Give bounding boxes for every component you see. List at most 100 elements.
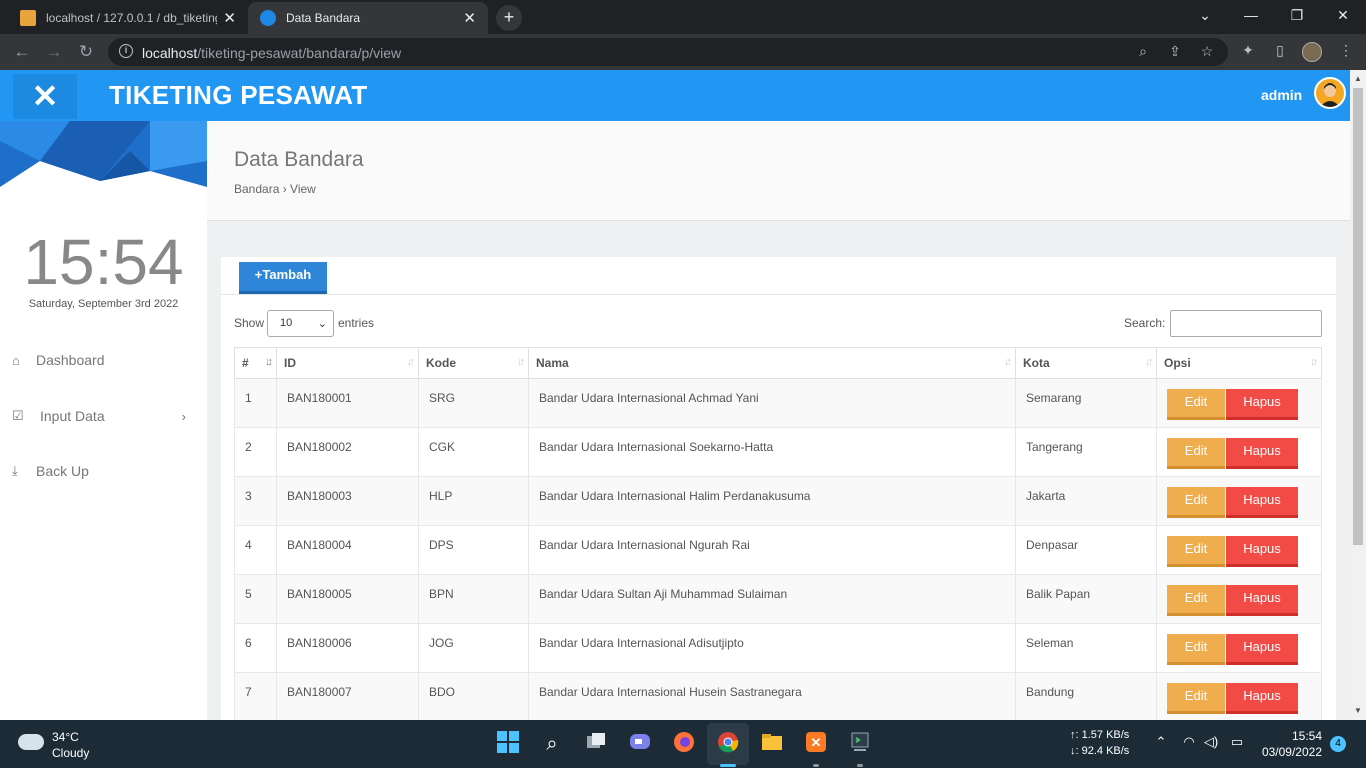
table-row: 7 BAN180007 BDO Bandar Udara Internasional …	[234, 672, 1322, 720]
volume-icon[interactable]: ◁)	[1202, 734, 1220, 750]
chrome-icon[interactable]	[714, 730, 742, 758]
edit-button[interactable]: Edit	[1167, 389, 1225, 420]
column-header-id[interactable]: ID ↓↑	[276, 347, 419, 379]
xampp-icon[interactable]: ✕	[802, 730, 830, 758]
site-info-icon[interactable]: i	[119, 44, 133, 58]
cell-no: 6	[234, 623, 277, 673]
side-panel-icon[interactable]: ▯	[1270, 42, 1290, 62]
cell-kode: SRG	[418, 378, 529, 428]
chevron-right-icon: ›	[181, 408, 186, 424]
browser-tab-strip: localhost / 127.0.0.1 / db_tiketing ✕ Da…	[0, 0, 1366, 34]
edit-button[interactable]: Edit	[1167, 438, 1225, 469]
edit-button[interactable]: Edit	[1167, 487, 1225, 518]
sidebar: 15:54 Saturday, September 3rd 2022 ⌂ Das…	[0, 121, 207, 720]
table-row: 6 BAN180006 JOG Bandar Udara Internasional …	[234, 623, 1322, 673]
close-tab-icon[interactable]: ✕	[223, 9, 236, 27]
search-input[interactable]	[1170, 310, 1322, 337]
zoom-icon[interactable]: ⌕	[1133, 43, 1153, 61]
page-viewport: ✕ TIKETING PESAWAT admin 15:54 Saturday,…	[0, 70, 1350, 720]
system-time[interactable]: 15:54	[1260, 729, 1322, 743]
restore-button[interactable]: ❐	[1274, 0, 1320, 32]
bookmark-star-icon[interactable]: ☆	[1197, 43, 1217, 61]
delete-button[interactable]: Hapus	[1226, 438, 1298, 469]
tab-data-bandara[interactable]: Data Bandara ✕	[248, 2, 488, 34]
delete-button[interactable]: Hapus	[1226, 536, 1298, 567]
entries-select[interactable]: 10 ⌄	[267, 310, 334, 337]
firefox-icon[interactable]	[670, 730, 698, 758]
new-tab-button[interactable]: +	[496, 5, 522, 31]
weather-condition[interactable]: Cloudy	[52, 746, 89, 760]
user-name[interactable]: admin	[1261, 87, 1302, 103]
scroll-down-icon[interactable]: ▼	[1350, 706, 1366, 715]
cell-id: BAN180001	[276, 378, 419, 428]
search-icon[interactable]: ⌕	[538, 730, 566, 758]
extensions-icon[interactable]: ✦	[1238, 42, 1258, 62]
cell-id: BAN180002	[276, 427, 419, 477]
close-window-button[interactable]: ✕	[1320, 0, 1366, 32]
file-explorer-icon[interactable]	[758, 730, 786, 758]
column-header-no[interactable]: # ↓↕	[234, 347, 277, 379]
reload-icon[interactable]: ↻	[74, 40, 98, 64]
add-button[interactable]: +Tambah	[239, 262, 327, 294]
page-scrollbar[interactable]: ▲ ▼	[1350, 70, 1366, 720]
avatar[interactable]	[1314, 77, 1346, 109]
edit-button[interactable]: Edit	[1167, 585, 1225, 616]
minimize-button[interactable]: —	[1228, 0, 1274, 32]
terminal-icon[interactable]	[846, 730, 874, 758]
svg-text:✕: ✕	[811, 735, 822, 750]
cell-kota: Denpasar	[1015, 525, 1157, 575]
notification-badge[interactable]: 4	[1330, 736, 1346, 752]
scroll-up-icon[interactable]: ▲	[1350, 74, 1366, 83]
cell-opsi: Edit Hapus	[1156, 672, 1322, 720]
task-view-icon[interactable]	[582, 730, 610, 758]
delete-button[interactable]: Hapus	[1226, 634, 1298, 665]
share-icon[interactable]: ⇪	[1165, 43, 1185, 61]
back-icon[interactable]: ←	[10, 40, 34, 64]
sort-icon: ↓↑	[407, 356, 415, 368]
delete-button[interactable]: Hapus	[1226, 683, 1298, 714]
column-header-nama[interactable]: Nama ↓↑	[528, 347, 1016, 379]
show-label: Show	[234, 316, 265, 330]
chat-icon[interactable]	[626, 730, 654, 758]
cell-opsi: Edit Hapus	[1156, 378, 1322, 428]
start-icon[interactable]	[494, 730, 522, 758]
scrollbar-thumb[interactable]	[1353, 88, 1363, 545]
cell-opsi: Edit Hapus	[1156, 476, 1322, 526]
tab-phpmyadmin[interactable]: localhost / 127.0.0.1 / db_tiketing ✕	[8, 2, 248, 34]
delete-button[interactable]: Hapus	[1226, 585, 1298, 616]
cell-kota: Semarang	[1015, 378, 1157, 428]
sidebar-item-input-data[interactable]: ☑ Input Data ›	[12, 401, 202, 431]
sidebar-item-dashboard[interactable]: ⌂ Dashboard	[12, 345, 202, 375]
edit-button[interactable]: Edit	[1167, 683, 1225, 714]
forward-icon[interactable]: →	[42, 40, 66, 64]
browser-menu-icon[interactable]: ⋮	[1336, 42, 1356, 62]
wifi-icon[interactable]: ◠	[1180, 734, 1198, 750]
edit-button[interactable]: Edit	[1167, 536, 1225, 567]
delete-button[interactable]: Hapus	[1226, 487, 1298, 518]
close-tab-icon[interactable]: ✕	[463, 9, 476, 27]
column-header-kota[interactable]: Kota ↓↑	[1015, 347, 1157, 379]
sort-icon: ↓↑	[1145, 356, 1153, 368]
profile-avatar[interactable]	[1302, 42, 1322, 62]
tab-search-icon[interactable]: ⌄	[1182, 0, 1228, 32]
weather-temperature[interactable]: 34°C	[52, 730, 79, 744]
column-header-opsi[interactable]: Opsi ↓↑	[1156, 347, 1322, 379]
sidebar-item-back-up[interactable]: ⤓ Back Up	[12, 456, 202, 486]
close-menu-icon[interactable]: ✕	[13, 74, 77, 119]
delete-button[interactable]: Hapus	[1226, 389, 1298, 420]
battery-icon[interactable]: ▭	[1228, 734, 1246, 750]
address-bar[interactable]: i localhost/tiketing-pesawat/bandara/p/v…	[108, 38, 1228, 66]
cell-opsi: Edit Hapus	[1156, 623, 1322, 673]
chevron-up-icon[interactable]: ⌃	[1152, 734, 1170, 750]
column-header-kode[interactable]: Kode ↓↑	[418, 347, 529, 379]
tab-label: localhost / 127.0.0.1 / db_tiketing	[46, 11, 218, 25]
edit-button[interactable]: Edit	[1167, 634, 1225, 665]
sidebar-item-label: Input Data	[40, 408, 105, 424]
cell-kode: BPN	[418, 574, 529, 624]
system-date[interactable]: 03/09/2022	[1256, 745, 1322, 759]
sidebar-item-label: Back Up	[36, 463, 89, 479]
panel-header: +Tambah	[221, 257, 1336, 295]
phpmyadmin-icon	[20, 10, 36, 26]
running-indicator	[813, 764, 819, 767]
site-favicon-icon	[260, 10, 276, 26]
